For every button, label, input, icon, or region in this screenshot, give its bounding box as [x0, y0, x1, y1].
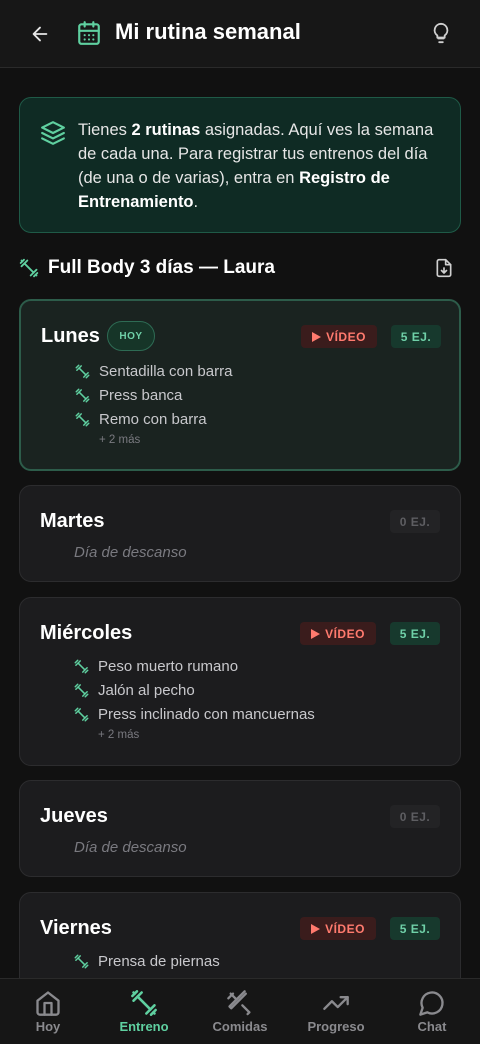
nav-label: Comidas — [212, 1019, 268, 1034]
routine-title: Full Body 3 días — Laura — [48, 257, 275, 278]
exercise-list: Sentadilla con barra Press banca Remo co… — [75, 359, 232, 446]
play-icon — [312, 331, 322, 342]
day-name: Miércoles — [40, 622, 133, 644]
exercise-count-badge: 0 EJ. — [390, 510, 440, 533]
day-name: Lunes — [41, 325, 100, 347]
day-name: Jueves — [40, 805, 108, 827]
list-item: Remo con barra — [75, 407, 232, 431]
day-card-wednesday[interactable]: Miércoles VÍDEO 5 EJ. Peso muerto rumano… — [19, 597, 461, 766]
today-badge: HOY — [107, 321, 155, 351]
list-item: Jalón al pecho — [74, 678, 315, 702]
exercise-count-badge: 5 EJ. — [390, 622, 440, 645]
dumbbell-icon — [75, 388, 90, 402]
utensils-icon — [227, 990, 251, 1016]
bottom-navigation: Hoy Entreno Comidas Progreso Chat — [0, 978, 480, 1044]
list-item: Sentadilla con barra — [75, 359, 232, 383]
dumbbell-icon — [74, 683, 89, 697]
video-button[interactable]: VÍDEO — [300, 917, 376, 940]
info-banner: Tienes 2 rutinas asignadas. Aquí ves la … — [19, 97, 461, 233]
dumbbell-icon — [74, 954, 89, 968]
day-card-tuesday[interactable]: Martes 0 EJ. Día de descanso — [19, 485, 461, 582]
day-name: Martes — [40, 510, 105, 532]
list-item: Peso muerto rumano — [74, 654, 315, 678]
rest-day-label: Día de descanso — [74, 544, 187, 561]
exercise-count-badge: 5 EJ. — [391, 325, 441, 348]
day-name: Viernes — [40, 917, 112, 939]
nav-item-entreno[interactable]: Entreno — [96, 979, 192, 1044]
video-button[interactable]: VÍDEO — [301, 325, 377, 348]
routine-count: 2 rutinas — [131, 121, 201, 139]
nav-label: Progreso — [307, 1019, 365, 1034]
exercise-count-badge: 5 EJ. — [390, 917, 440, 940]
nav-label: Entreno — [119, 1019, 169, 1034]
page-title: Mi rutina semanal — [115, 19, 301, 44]
more-exercises-label: + 2 más — [98, 729, 140, 741]
dumbbell-icon — [75, 412, 90, 426]
exercise-list: Peso muerto rumano Jalón al pecho Press … — [74, 654, 315, 741]
nav-item-comidas[interactable]: Comidas — [192, 979, 288, 1044]
trending-up-icon — [323, 996, 349, 1010]
info-text: Tienes 2 rutinas asignadas. Aquí ves la … — [78, 121, 434, 211]
nav-item-progreso[interactable]: Progreso — [288, 979, 384, 1044]
nav-item-hoy[interactable]: Hoy — [0, 979, 96, 1044]
day-card-monday[interactable]: Lunes HOY VÍDEO 5 EJ. Sentadilla con bar… — [19, 299, 461, 471]
nav-item-chat[interactable]: Chat — [384, 979, 480, 1044]
list-item: Press banca — [75, 383, 232, 407]
dumbbell-icon — [74, 659, 89, 673]
top-bar: Mi rutina semanal — [0, 0, 480, 68]
list-item: Prensa de piernas — [74, 949, 220, 973]
download-button[interactable] — [434, 258, 456, 280]
dumbbell-icon — [131, 990, 157, 1016]
arrow-left-icon — [32, 26, 48, 42]
routine-header: Full Body 3 días — Laura — [19, 256, 461, 284]
play-icon — [311, 628, 321, 639]
layers-icon — [41, 121, 65, 145]
file-download-icon — [436, 258, 452, 278]
video-button[interactable]: VÍDEO — [300, 622, 376, 645]
dumbbell-icon — [75, 364, 90, 378]
dumbbell-icon — [74, 707, 89, 721]
home-icon — [36, 991, 60, 1016]
chat-bubble-icon — [419, 991, 444, 1016]
day-card-thursday[interactable]: Jueves 0 EJ. Día de descanso — [19, 780, 461, 877]
lightbulb-icon — [433, 22, 449, 44]
dumbbell-icon — [19, 258, 39, 278]
calendar-icon — [78, 21, 100, 45]
nav-label: Hoy — [35, 1019, 61, 1034]
exercise-list: Prensa de piernas — [74, 949, 220, 973]
more-exercises-label: + 2 más — [99, 434, 141, 446]
back-button[interactable] — [26, 20, 54, 48]
exercise-count-badge: 0 EJ. — [390, 805, 440, 828]
list-item: Press inclinado con mancuernas — [74, 702, 315, 726]
nav-label: Chat — [417, 1019, 447, 1034]
tips-button[interactable] — [430, 22, 454, 46]
rest-day-label: Día de descanso — [74, 839, 187, 856]
play-icon — [311, 923, 321, 934]
